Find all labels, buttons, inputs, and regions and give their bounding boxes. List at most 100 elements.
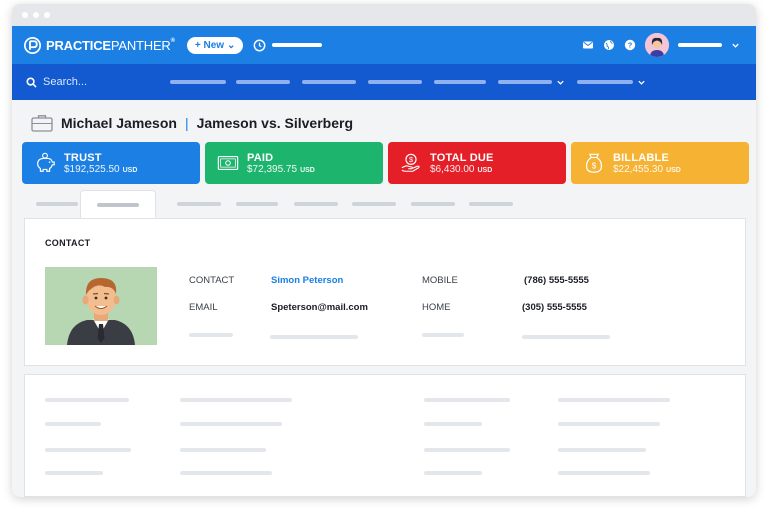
contact-photo: [45, 267, 157, 345]
contact-portrait-icon: [45, 267, 157, 345]
amount-value: $6,430.00: [430, 163, 475, 175]
tab[interactable]: [236, 202, 278, 206]
window-dot-icon[interactable]: [33, 12, 39, 18]
contact-panel: CONTACT CONTACT Simon Peterson EMAIL Spe…: [24, 218, 746, 366]
card-billable[interactable]: $ BILLABLE $22,455.30 USD: [571, 142, 749, 184]
nav-item-dropdown[interactable]: [498, 80, 552, 84]
brand-name: PRACTICEPANTHER®: [46, 38, 175, 53]
field-placeholder: [270, 335, 358, 339]
brand-name-thin: PANTHER: [110, 37, 171, 53]
client-name[interactable]: Michael Jameson: [61, 115, 177, 131]
field-label-contact: CONTACT: [189, 275, 235, 286]
list-placeholder: [45, 398, 129, 402]
tab[interactable]: [352, 202, 396, 206]
currency-label: USD: [477, 166, 493, 174]
card-amount: $6,430.00 USD: [430, 164, 494, 175]
brand-logo[interactable]: PRACTICEPANTHER®: [24, 36, 175, 54]
financial-summary: TRUST $192,525.50 USD PAID $72,395.75 USD …: [22, 142, 749, 184]
chevron-down-icon[interactable]: [731, 41, 740, 50]
card-paid[interactable]: PAID $72,395.75 USD: [205, 142, 383, 184]
currency-label: USD: [122, 166, 138, 174]
list-placeholder: [558, 398, 670, 402]
field-label-mobile: MOBILE: [422, 275, 458, 286]
list-placeholder: [180, 471, 272, 475]
timer-icon[interactable]: [253, 39, 266, 52]
tab[interactable]: [469, 202, 513, 206]
card-trust[interactable]: TRUST $192,525.50 USD: [22, 142, 200, 184]
money-bag-icon: $: [585, 153, 603, 173]
window-dot-icon[interactable]: [44, 12, 50, 18]
field-placeholder: [189, 333, 233, 337]
list-placeholder: [45, 422, 101, 426]
nav-item-dropdown[interactable]: [577, 80, 633, 84]
new-button[interactable]: + New ⌄: [186, 36, 244, 54]
card-total-due[interactable]: $ TOTAL DUE $6,430.00 USD: [388, 142, 566, 184]
trademark-mark: ®: [170, 37, 175, 44]
list-placeholder: [558, 448, 646, 452]
nav-item[interactable]: [302, 80, 356, 84]
piggy-bank-icon: [37, 152, 55, 172]
list-placeholder: [45, 448, 131, 452]
field-placeholder: [422, 333, 464, 337]
field-label-home: HOME: [422, 302, 451, 313]
main-navigation: Search...: [12, 64, 756, 100]
globe-icon[interactable]: [603, 39, 615, 51]
amount-value: $192,525.50: [64, 163, 120, 175]
list-placeholder: [180, 398, 292, 402]
home-value[interactable]: (305) 555-5555: [522, 302, 587, 313]
page-title: Michael Jameson | Jameson vs. Silverberg: [61, 115, 353, 131]
amount-value: $72,395.75: [247, 163, 298, 175]
search-input[interactable]: Search...: [26, 76, 166, 88]
user-avatar[interactable]: [645, 33, 669, 57]
svg-text:$: $: [592, 162, 597, 171]
svg-text:?: ?: [628, 41, 633, 50]
chevron-down-icon[interactable]: [556, 78, 565, 87]
top-bar: PRACTICEPANTHER® + New ⌄ ?: [12, 26, 756, 64]
tab[interactable]: [177, 202, 221, 206]
matter-name: Jameson vs. Silverberg: [196, 115, 353, 131]
tab[interactable]: [411, 202, 455, 206]
field-placeholder: [522, 335, 610, 339]
currency-label: USD: [300, 166, 315, 174]
chevron-down-icon: ⌄: [227, 39, 236, 51]
search-icon: [26, 76, 37, 88]
chevron-down-icon[interactable]: [637, 78, 646, 87]
card-amount: $72,395.75 USD: [247, 164, 315, 175]
new-button-label: + New: [194, 39, 225, 51]
contact-name-link[interactable]: Simon Peterson: [271, 275, 343, 286]
briefcase-icon: [31, 115, 53, 132]
details-list-panel: [24, 374, 746, 497]
nav-items: [170, 64, 646, 100]
card-amount: $22,455.30 USD: [613, 164, 681, 175]
list-placeholder: [180, 448, 266, 452]
search-placeholder: Search...: [43, 76, 88, 88]
tab[interactable]: [36, 202, 78, 206]
nav-item[interactable]: [434, 80, 486, 84]
svg-text:$: $: [409, 155, 413, 164]
timer-placeholder: [272, 43, 323, 47]
list-placeholder: [180, 422, 282, 426]
case-header: Michael Jameson | Jameson vs. Silverberg: [31, 114, 353, 132]
panther-logo-icon: [24, 36, 41, 54]
tab[interactable]: [294, 202, 338, 206]
list-placeholder: [424, 471, 482, 475]
title-separator: |: [184, 115, 189, 131]
nav-item[interactable]: [236, 80, 290, 84]
money-hand-icon: $: [401, 153, 420, 172]
tab-active[interactable]: [80, 190, 156, 218]
mobile-value[interactable]: (786) 555-5555: [524, 275, 589, 286]
amount-value: $22,455.30: [613, 163, 664, 175]
list-placeholder: [558, 471, 650, 475]
list-placeholder: [45, 471, 103, 475]
tab-label-placeholder: [97, 203, 139, 207]
email-value[interactable]: Speterson@mail.com: [271, 302, 368, 313]
mail-icon[interactable]: [582, 39, 594, 51]
card-amount: $192,525.50 USD: [64, 164, 137, 175]
help-icon[interactable]: ?: [624, 39, 636, 51]
section-title: CONTACT: [45, 238, 91, 248]
nav-item[interactable]: [368, 80, 422, 84]
card-title: TOTAL DUE: [430, 151, 494, 164]
nav-item[interactable]: [170, 80, 226, 84]
window-dot-icon[interactable]: [22, 12, 28, 18]
window-titlebar: [12, 4, 756, 26]
